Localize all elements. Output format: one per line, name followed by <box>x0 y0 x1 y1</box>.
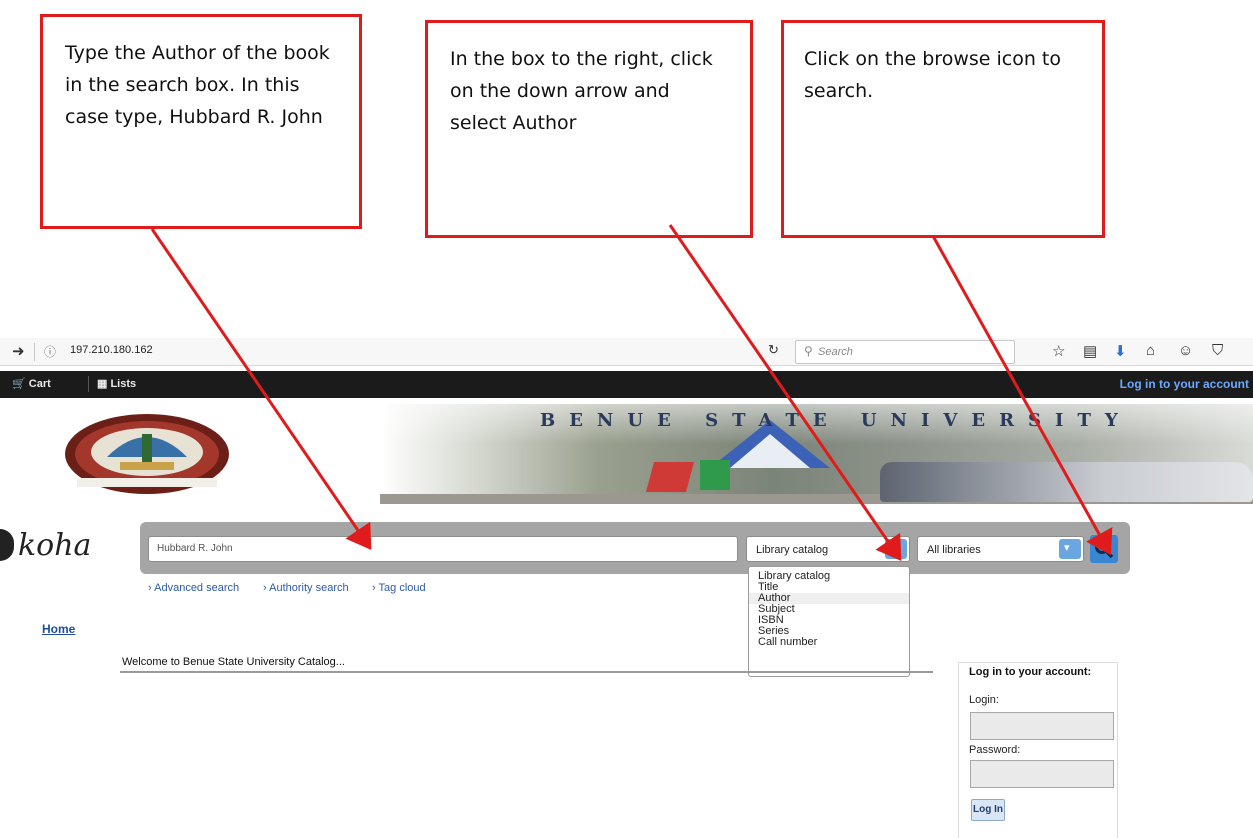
toolbar-separator <box>34 343 35 361</box>
divider <box>120 671 933 673</box>
callout-browse-icon: Click on the browse icon to search. <box>781 20 1105 238</box>
banner-cars <box>880 462 1253 502</box>
password-label: Password: <box>969 744 1021 756</box>
cart-link[interactable]: 🛒 Cart <box>12 377 51 390</box>
url-bar[interactable]: 197.210.180.162 <box>70 344 153 356</box>
lists-label: Lists <box>110 378 137 390</box>
koha-logo[interactable]: koha <box>18 528 91 563</box>
library-select-value: All libraries <box>927 544 981 556</box>
library-banner: BENUE STATE UNIVERSITY <box>0 398 1253 510</box>
callout-browse-icon-text: Click on the browse icon to search. <box>804 48 1061 102</box>
forward-icon[interactable]: ➜ <box>12 342 25 360</box>
browser-toolbar: ➜ ⓘ 197.210.180.162 ↻ ⚲ Search ☆ ▤ ⬇ ⌂ ☺… <box>0 338 1253 366</box>
login-button[interactable]: Log In <box>971 799 1005 821</box>
university-logo <box>65 414 229 494</box>
login-panel: Log in to your account: Login: Password:… <box>958 662 1118 838</box>
login-field[interactable] <box>970 712 1114 740</box>
callout-select-author: In the box to the right, click on the do… <box>425 20 753 238</box>
advanced-search-link[interactable]: › Advanced search <box>148 582 239 594</box>
banner-tent-stripe <box>730 434 810 468</box>
callout-author-search-text: Type the Author of the book in the searc… <box>65 42 330 128</box>
bookmark-star-icon[interactable]: ☆ <box>1052 342 1065 360</box>
login-link[interactable]: Log in to your account <box>1120 377 1249 391</box>
callout-select-author-text: In the box to the right, click on the do… <box>450 48 713 134</box>
login-label: Login: <box>969 694 999 706</box>
browser-search-box[interactable]: ⚲ Search <box>795 340 1015 364</box>
breadcrumb-home[interactable]: Home <box>42 622 75 636</box>
opac-topbar: 🛒 Cart ▦ Lists Log in to your account <box>0 371 1253 398</box>
search-go-button[interactable] <box>1090 535 1118 563</box>
welcome-message: Welcome to Benue State University Catalo… <box>122 656 345 668</box>
search-icon <box>1095 540 1114 559</box>
reload-icon[interactable]: ↻ <box>768 342 779 358</box>
search-input[interactable]: Hubbard R. John <box>148 536 738 562</box>
search-icon: ⚲ <box>804 344 813 358</box>
search-type-dropdown: Library catalog Title Author Subject ISB… <box>748 566 910 677</box>
info-icon[interactable]: ⓘ <box>44 343 56 360</box>
pocket-icon[interactable]: ⛉ <box>1212 342 1223 359</box>
banner-flag <box>700 460 730 490</box>
password-field[interactable] <box>970 760 1114 788</box>
cart-label: Cart <box>28 378 51 390</box>
banner-photo: BENUE STATE UNIVERSITY <box>380 404 1253 504</box>
browser-search-placeholder: Search <box>818 346 853 358</box>
chevron-down-icon[interactable]: ▾ <box>885 539 907 559</box>
topbar-separator <box>88 376 89 392</box>
library-select[interactable]: All libraries ▾ <box>917 536 1084 562</box>
home-icon[interactable]: ⌂ <box>1146 342 1155 359</box>
search-type-select[interactable]: Library catalog ▾ <box>746 536 910 562</box>
search-bar: Hubbard R. John Library catalog ▾ All li… <box>140 522 1130 574</box>
koha-logo-mark <box>0 529 14 561</box>
download-icon[interactable]: ⬇ <box>1114 342 1127 360</box>
banner-title: BENUE STATE UNIVERSITY <box>540 410 1132 431</box>
authority-search-label: Authority search <box>269 582 349 594</box>
chat-icon[interactable]: ☺ <box>1178 342 1193 359</box>
reading-list-icon[interactable]: ▤ <box>1083 342 1097 360</box>
tag-cloud-label: Tag cloud <box>378 582 426 594</box>
dropdown-option-call-number[interactable]: Call number <box>749 637 909 648</box>
banner-flag <box>645 462 695 492</box>
authority-search-link[interactable]: › Authority search <box>263 582 349 594</box>
login-panel-title: Log in to your account: <box>969 666 1092 678</box>
chevron-down-icon[interactable]: ▾ <box>1059 539 1081 559</box>
tag-cloud-link[interactable]: › Tag cloud <box>372 582 426 594</box>
callout-author-search: Type the Author of the book in the searc… <box>40 14 362 229</box>
advanced-search-label: Advanced search <box>154 582 240 594</box>
lists-link[interactable]: ▦ Lists <box>97 377 136 390</box>
search-type-value: Library catalog <box>756 544 829 556</box>
